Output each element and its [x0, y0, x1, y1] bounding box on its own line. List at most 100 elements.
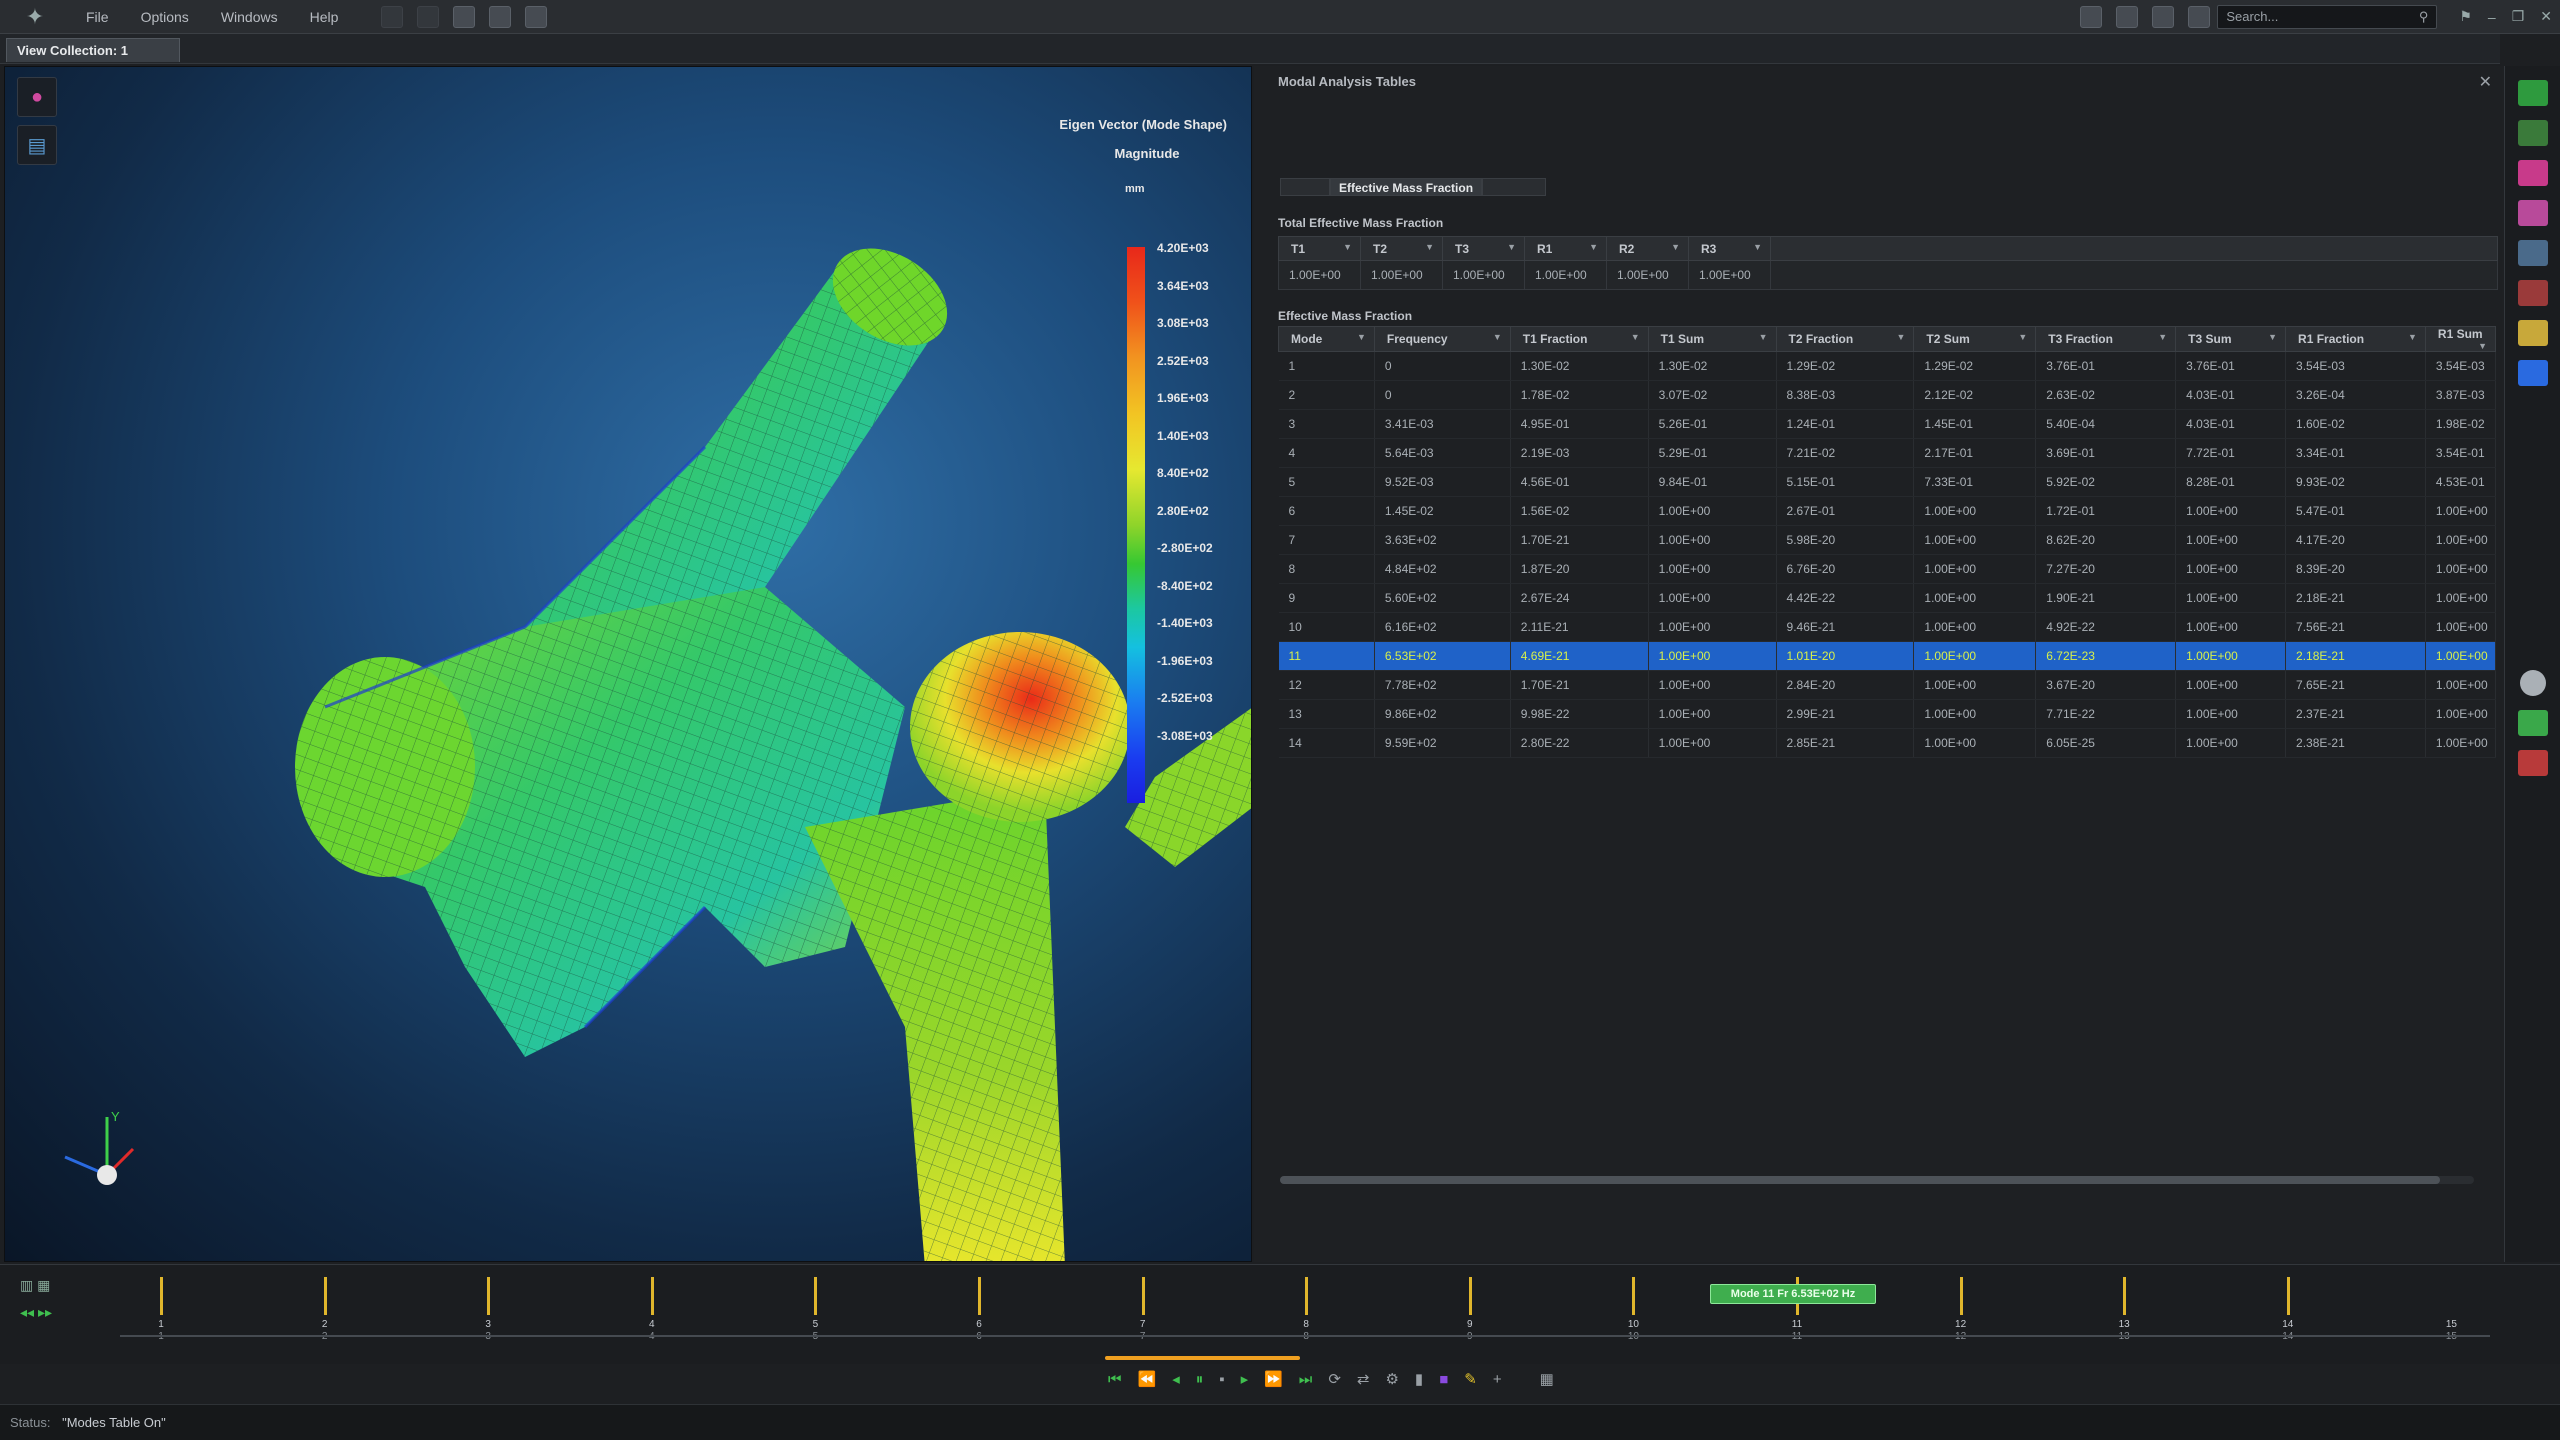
- color-icon[interactable]: ■: [1439, 1371, 1448, 1388]
- graphics-viewport[interactable]: ● ▤ Eigen Vector (Mode Shape) Magnitude …: [4, 66, 1252, 1262]
- step-back-icon[interactable]: ◂: [1172, 1370, 1180, 1388]
- loop-icon[interactable]: ⟳: [1328, 1370, 1341, 1388]
- help-dropdown-icon[interactable]: ⚑: [2459, 8, 2472, 25]
- table-row[interactable]: 12 7.78E+02 1.70E-21 1.00E+00 2.84E-20 1.00E+…: [1278, 670, 2496, 700]
- table-row[interactable]: 13 9.86E+02 9.98E-22 1.00E+00 2.99E-21 1.00E+…: [1278, 699, 2496, 729]
- expand-icon[interactable]: [2152, 5, 2175, 28]
- sort-dropdown-icon[interactable]: ▼: [1759, 332, 1768, 342]
- sort-dropdown-icon[interactable]: ▼: [1589, 242, 1598, 252]
- open-file-icon[interactable]: [453, 5, 476, 28]
- table-row[interactable]: 6 1.45E-02 1.56E-02 1.00E+00 2.67E-01 1.00E+0…: [1278, 496, 2496, 526]
- sort-dropdown-icon[interactable]: ▼: [1343, 242, 1352, 252]
- animation-type-icon[interactable]: ⚙: [1385, 1370, 1398, 1388]
- sort-dropdown-icon[interactable]: ▼: [1507, 242, 1516, 252]
- groups-icon[interactable]: [2517, 200, 2548, 226]
- results-display-icon[interactable]: ●: [17, 77, 57, 117]
- table-icon[interactable]: ▦: [1540, 1370, 1554, 1388]
- last-frame-icon[interactable]: ⏭: [1299, 1371, 1313, 1388]
- bounce-icon[interactable]: ⇄: [1357, 1370, 1370, 1388]
- current-mode-marker[interactable]: Mode 11 Fr 6.53E+02 Hz: [1710, 1284, 1876, 1304]
- tab-effective-mass-fraction[interactable]: Effective Mass Fraction: [1330, 178, 1483, 196]
- emf-col-header[interactable]: T2 Sum ▼: [1913, 326, 2037, 352]
- sort-dropdown-icon[interactable]: ▼: [1493, 332, 1502, 342]
- emf-col-header[interactable]: Mode ▼: [1278, 326, 1375, 352]
- view-collection-tab[interactable]: View Collection: 1: [6, 38, 180, 62]
- table-row[interactable]: 5 9.52E-03 4.56E-01 9.84E-01 5.15E-01 7.33E-0…: [1278, 467, 2496, 497]
- total-col-header[interactable]: R1 ▼: [1524, 236, 1607, 261]
- total-col-header[interactable]: T1 ▼: [1278, 236, 1361, 261]
- window-layout-icon[interactable]: [2116, 5, 2139, 28]
- sort-dropdown-icon[interactable]: ▼: [1896, 332, 1905, 342]
- save-file-icon[interactable]: [489, 5, 512, 28]
- chart-icon[interactable]: [2517, 280, 2548, 306]
- step-forward-icon[interactable]: ▸: [1241, 1370, 1249, 1388]
- emf-col-header[interactable]: T1 Fraction ▼: [1509, 326, 1649, 352]
- emf-col-header[interactable]: T1 Sum ▼: [1647, 326, 1777, 352]
- emf-col-header[interactable]: T3 Sum ▼: [2175, 326, 2287, 352]
- axis-triad-icon[interactable]: Y: [45, 1097, 135, 1187]
- edit-icon[interactable]: [2517, 320, 2548, 346]
- table-row[interactable]: 11 6.53E+02 4.69E-21 1.00E+00 1.01E-20 1.00E+…: [1278, 641, 2496, 671]
- contour-icon[interactable]: [2517, 710, 2548, 736]
- layers-icon[interactable]: [2517, 120, 2548, 146]
- table-row[interactable]: 10 6.16E+02 2.11E-21 1.00E+00 9.46E-21 1.00E+…: [1278, 612, 2496, 642]
- fast-forward-icon[interactable]: ⏩: [1264, 1370, 1283, 1388]
- timeline-tick[interactable]: [1305, 1277, 1309, 1315]
- tools-icon[interactable]: [2188, 5, 2211, 28]
- sort-dropdown-icon[interactable]: ▼: [1425, 242, 1434, 252]
- timeline-mode-icon[interactable]: ▥ ▦: [20, 1277, 100, 1294]
- timeline-tick[interactable]: [1632, 1277, 1636, 1315]
- print-icon[interactable]: [525, 5, 548, 28]
- modal-plot-icon[interactable]: [2517, 360, 2548, 386]
- table-view-icon[interactable]: ▤: [17, 125, 57, 165]
- timeline-tick[interactable]: [1141, 1277, 1145, 1315]
- sort-dropdown-icon[interactable]: ▼: [1753, 242, 1762, 252]
- list-icon[interactable]: [2517, 240, 2548, 266]
- table-row[interactable]: 4 5.64E-03 2.19E-03 5.29E-01 7.21E-02 2.17E-0…: [1278, 438, 2496, 468]
- model-browser-icon[interactable]: [2517, 80, 2548, 106]
- timeline-tick[interactable]: [2123, 1277, 2127, 1315]
- total-col-header[interactable]: T3 ▼: [1442, 236, 1525, 261]
- first-frame-icon[interactable]: ⏮: [1108, 1371, 1122, 1388]
- minimize-icon[interactable]: –: [2488, 9, 2496, 25]
- sort-dropdown-icon[interactable]: ▼: [2478, 341, 2487, 351]
- total-col-header[interactable]: R3 ▼: [1688, 236, 1771, 261]
- timeline-tick[interactable]: [978, 1277, 981, 1315]
- options-icon[interactable]: +: [1493, 1371, 1502, 1388]
- table-row[interactable]: 14 9.59E+02 2.80E-22 1.00E+00 2.85E-21 1.00E+…: [1278, 728, 2496, 758]
- pause-icon[interactable]: ⏸: [1196, 1371, 1204, 1388]
- timeline-tick[interactable]: [1468, 1277, 1472, 1315]
- timeline-tick[interactable]: [323, 1277, 327, 1315]
- emf-col-header[interactable]: Frequency ▼: [1373, 326, 1511, 352]
- sort-dropdown-icon[interactable]: ▼: [1631, 332, 1640, 342]
- table-row[interactable]: 8 4.84E+02 1.87E-20 1.00E+00 6.76E-20 1.00E+0…: [1278, 554, 2496, 584]
- search-input[interactable]: Search... ⚲: [2217, 4, 2438, 29]
- sort-dropdown-icon[interactable]: ▼: [2408, 332, 2417, 342]
- sort-dropdown-icon[interactable]: ▼: [2268, 332, 2277, 342]
- redo-icon[interactable]: [417, 5, 440, 28]
- sort-dropdown-icon[interactable]: ▼: [1357, 332, 1366, 342]
- menu-file[interactable]: File: [70, 9, 125, 25]
- close-window-icon[interactable]: ✕: [2540, 8, 2552, 25]
- timeline-tick[interactable]: [160, 1277, 163, 1315]
- animation-timeline[interactable]: ▥ ▦ ◂◂ ▸▸ 112233445566778899101011111212…: [0, 1264, 2560, 1364]
- rewind-icon[interactable]: ⏪: [1138, 1370, 1157, 1388]
- emf-table-scroll[interactable]: Mode ▼ Frequency ▼ T1 Fraction ▼ T1 Sum ▼ T2 Fra…: [1278, 326, 2496, 766]
- sort-dropdown-icon[interactable]: ▼: [1671, 242, 1680, 252]
- timeline-tick[interactable]: [814, 1277, 818, 1315]
- sphere-icon[interactable]: [2519, 670, 2546, 696]
- table-row[interactable]: 2 0 1.78E-02 3.07E-02 8.38E-03 2.12E-02 2.63E-…: [1278, 380, 2496, 410]
- emf-col-header[interactable]: T2 Fraction ▼: [1775, 326, 1915, 352]
- stop-icon[interactable]: ▪: [1219, 1371, 1224, 1388]
- tab-next[interactable]: .: [1482, 178, 1547, 196]
- timeline-tick[interactable]: [650, 1277, 654, 1315]
- horizontal-scrollbar[interactable]: [1280, 1176, 2474, 1184]
- emf-col-header[interactable]: R1 Fraction ▼: [2285, 326, 2426, 352]
- total-col-header[interactable]: R2 ▼: [1606, 236, 1689, 261]
- table-row[interactable]: 9 5.60E+02 2.67E-24 1.00E+00 4.42E-22 1.00E+0…: [1278, 583, 2496, 613]
- frames-icon[interactable]: ▮: [1415, 1370, 1423, 1388]
- table-row[interactable]: 1 0 1.30E-02 1.30E-02 1.29E-02 1.29E-02 3.76E-…: [1278, 351, 2496, 381]
- emf-col-header[interactable]: R1 Sum ▼: [2424, 326, 2496, 352]
- emf-col-header[interactable]: T3 Fraction ▼: [2035, 326, 2177, 352]
- table-row[interactable]: 7 3.63E+02 1.70E-21 1.00E+00 5.98E-20 1.00E+0…: [1278, 525, 2496, 555]
